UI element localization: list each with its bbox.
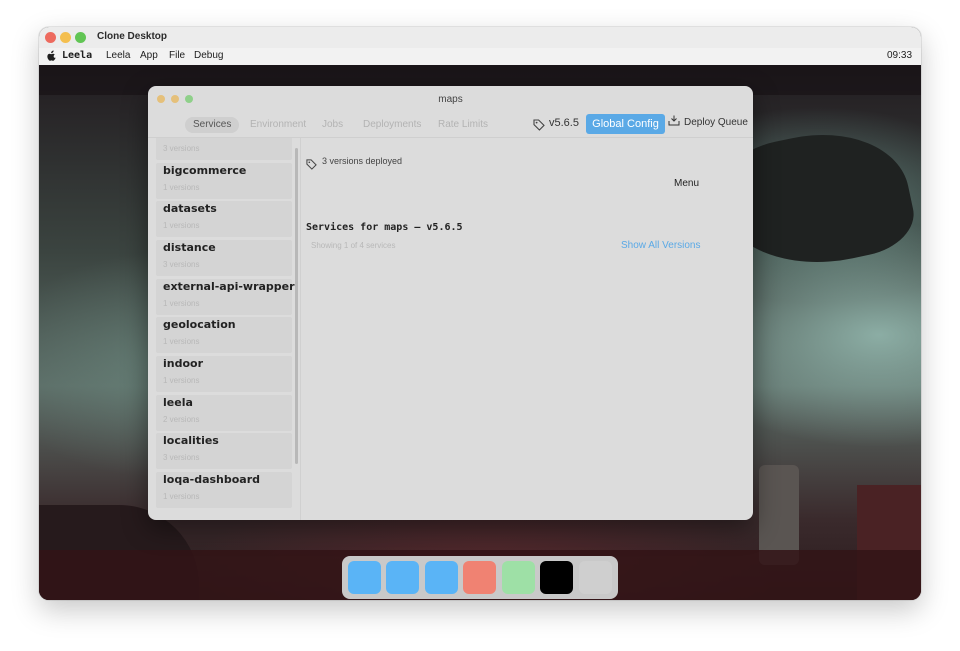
deployed-count: 3 versions deployed [322,156,403,166]
menu-button[interactable]: Menu [674,178,699,189]
tab-environment[interactable]: Environment [250,117,306,133]
global-config-button[interactable]: Global Config [586,114,665,134]
service-item-leela[interactable]: leela 2 versions [156,395,292,431]
service-item-geolocation[interactable]: geolocation 1 versions [156,317,292,353]
service-name: geolocation [163,318,236,331]
service-versions: 2 versions [163,415,200,424]
close-window-button[interactable] [45,32,56,43]
service-name: loqa-dashboard [163,473,261,486]
service-name: distance [163,241,216,254]
menubar: Leela Leela App File Debug 09:33 [39,48,921,65]
service-name: localities [163,434,219,447]
dock-app-7[interactable] [579,561,612,594]
menubar-clock: 09:33 [887,50,913,61]
service-name: indoor [163,357,204,370]
version-label: v5.6.5 [549,117,579,129]
service-versions: 3 versions [163,453,200,462]
menubar-app-name[interactable]: Leela [62,50,92,61]
tab-deployments[interactable]: Deployments [363,117,421,133]
sidebar-divider [300,138,301,520]
service-name: external-api-wrapper [163,280,295,293]
service-versions: 1 versions [163,492,200,501]
service-versions: 1 versions [163,183,200,192]
services-heading: Services for maps – v5.6.5 [306,222,463,233]
service-name: bigcommerce [163,164,247,177]
menu-app[interactable]: App [140,50,158,61]
dock-app-3[interactable] [425,561,458,594]
deploy-queue-label: Deploy Queue [684,117,748,128]
service-item-indoor[interactable]: indoor 1 versions [156,356,292,392]
service-versions: 1 versions [163,221,200,230]
service-versions: 3 versions [163,144,200,153]
service-item-authentication[interactable]: authentication 3 versions [156,138,292,160]
inbox-icon [668,115,680,126]
service-name: leela [163,396,193,409]
service-versions: 1 versions [163,299,200,308]
showing-count: Showing 1 of 4 services [311,241,396,250]
maps-app-window: maps Services Environment Jobs Deploymen… [148,86,753,520]
dock-app-1[interactable] [348,561,381,594]
service-versions: 1 versions [163,337,200,346]
apple-menu-icon[interactable] [47,50,56,64]
tag-icon [533,118,545,136]
tag-icon [306,157,317,175]
service-item-external-api-wrapper[interactable]: external-api-wrapper 1 versions [156,279,295,315]
show-all-versions-link[interactable]: Show All Versions [621,240,701,251]
deploy-queue-button[interactable]: Deploy Queue [668,115,748,128]
service-item-loqa-dashboard[interactable]: loqa-dashboard 1 versions [156,472,292,508]
service-name: datasets [163,202,217,215]
zoom-window-button[interactable] [75,32,86,43]
dock-app-4[interactable] [463,561,496,594]
dock-app-6[interactable] [540,561,573,594]
service-versions: 3 versions [163,260,200,269]
service-versions: 1 versions [163,376,200,385]
app-titlebar: maps [148,86,753,112]
dock [342,556,618,599]
dock-app-5[interactable] [502,561,535,594]
tab-rate-limits[interactable]: Rate Limits [438,117,488,133]
tab-services[interactable]: Services [185,117,240,133]
service-item-bigcommerce[interactable]: bigcommerce 1 versions [156,163,292,199]
dock-app-2[interactable] [386,561,419,594]
outer-window-title: Clone Desktop [97,31,168,42]
tab-jobs[interactable]: Jobs [322,117,343,133]
app-window-title: maps [438,94,463,105]
service-item-localities[interactable]: localities 3 versions [156,433,292,469]
services-sidebar: authentication 3 versions bigcommerce 1 … [148,138,300,520]
service-item-datasets[interactable]: datasets 1 versions [156,201,292,237]
menu-file[interactable]: File [169,50,185,61]
service-item-distance[interactable]: distance 3 versions [156,240,292,276]
menu-leela[interactable]: Leela [106,50,130,61]
minimize-window-button[interactable] [60,32,71,43]
sidebar-scrollbar[interactable] [295,148,298,464]
menu-debug[interactable]: Debug [194,50,223,61]
outer-titlebar: Clone Desktop [39,27,921,49]
